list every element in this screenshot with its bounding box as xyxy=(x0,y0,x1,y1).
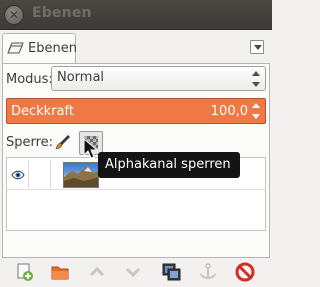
tab-label: Ebenen xyxy=(28,41,77,56)
tab-menu-button[interactable] xyxy=(250,40,264,54)
eye-icon xyxy=(11,170,25,180)
tab-layers[interactable]: Ebenen xyxy=(2,33,77,63)
paintbrush-icon xyxy=(55,135,70,150)
layers-dock: Ebenen Modus: Normal Deckkraft 100,0 Spe… xyxy=(0,30,272,282)
mode-row: Modus: xyxy=(6,66,53,92)
combo-arrows-icon xyxy=(252,71,260,87)
duplicate-layer-button[interactable] xyxy=(160,261,182,283)
anchor-layer-button[interactable] xyxy=(197,261,219,283)
anchor-icon xyxy=(200,263,216,279)
chain-toggle[interactable] xyxy=(29,160,51,190)
opacity-slider[interactable]: Deckkraft 100,0 xyxy=(6,98,266,124)
window-titlebar: ✕ Ebenen xyxy=(0,0,272,30)
window-close-button[interactable]: ✕ xyxy=(4,5,24,25)
raise-layer-icon xyxy=(89,266,105,277)
tooltip: Alphakanal sperren xyxy=(98,152,240,178)
new-layer-button[interactable] xyxy=(14,261,36,283)
lower-layer-icon xyxy=(125,267,141,278)
lock-label: Sperre: xyxy=(6,135,54,150)
spin-arrows-icon[interactable] xyxy=(252,103,260,119)
delete-layer-button[interactable] xyxy=(234,261,256,283)
mode-select[interactable]: Normal xyxy=(51,66,266,91)
opacity-label: Deckkraft xyxy=(11,104,74,119)
layer-thumbnail xyxy=(63,162,99,188)
new-layer-icon xyxy=(17,263,33,281)
mode-value: Normal xyxy=(57,70,105,85)
window-title: Ebenen xyxy=(32,5,92,21)
delete-icon xyxy=(235,262,255,282)
new-layer-group-button[interactable] xyxy=(49,261,71,283)
mouse-cursor-icon xyxy=(83,138,99,159)
layers-toolbar xyxy=(2,258,270,286)
lock-pixels-button[interactable] xyxy=(54,133,72,153)
layers-icon xyxy=(7,41,25,57)
raise-layer-button[interactable] xyxy=(86,261,108,283)
close-icon: ✕ xyxy=(8,8,20,22)
new-layer-group-icon xyxy=(51,266,69,280)
opacity-value: 100,0 xyxy=(210,104,248,119)
duplicate-layer-icon xyxy=(162,263,181,281)
visibility-toggle[interactable] xyxy=(7,160,29,190)
mode-label: Modus: xyxy=(6,71,53,87)
lower-layer-button[interactable] xyxy=(122,261,144,283)
